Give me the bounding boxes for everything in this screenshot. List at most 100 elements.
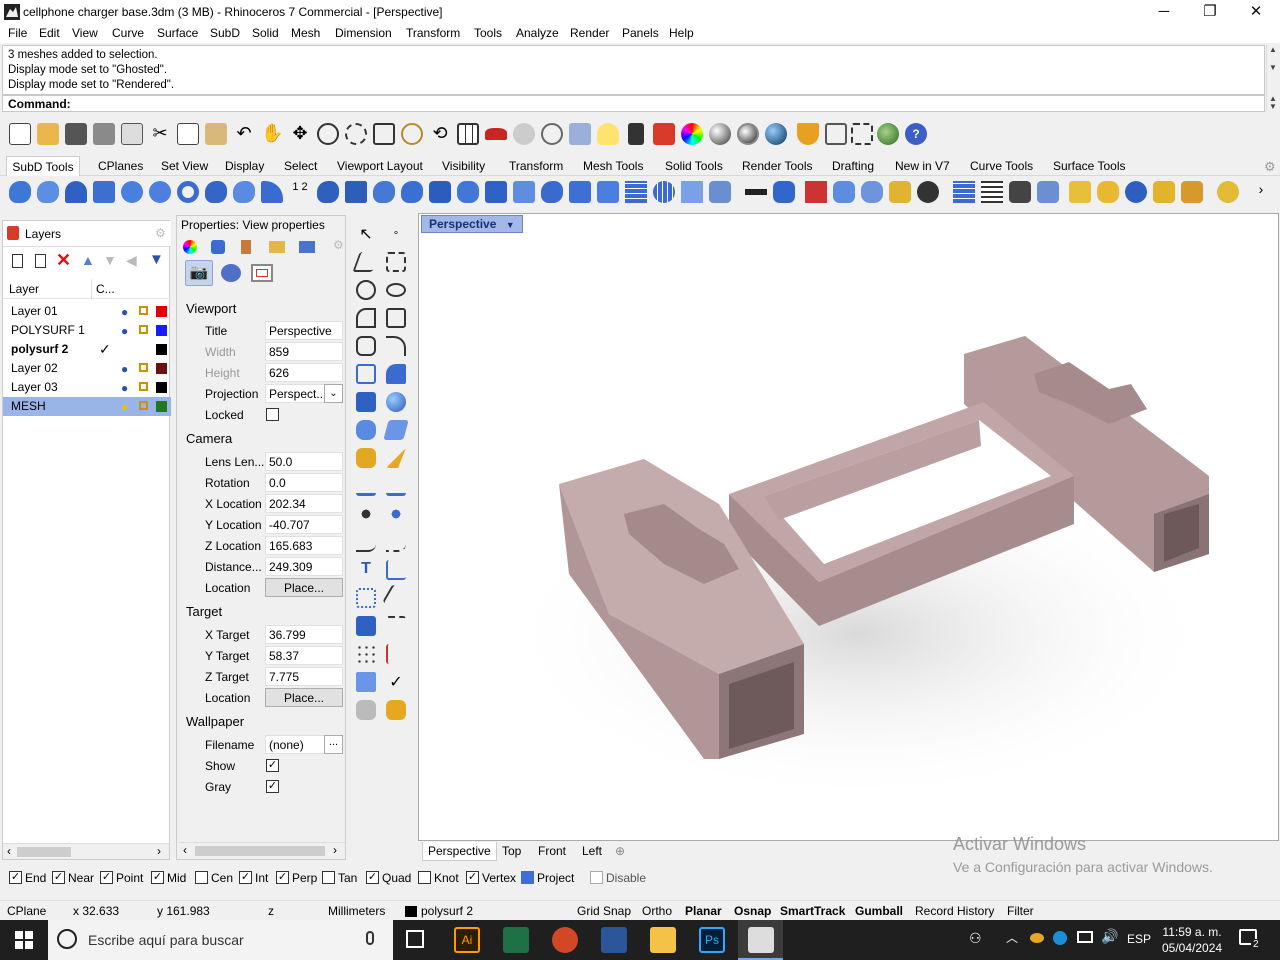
box-solid-icon[interactable] — [356, 392, 376, 412]
scroll-left-icon[interactable]: ‹ — [183, 843, 187, 857]
ellipse-icon[interactable] — [386, 283, 406, 297]
x-target-field[interactable]: 36.799 — [265, 625, 343, 644]
gumball-toggle[interactable]: Gumball — [855, 904, 903, 918]
tray-app-icon[interactable] — [1030, 933, 1044, 943]
menu-view[interactable]: View — [72, 26, 98, 40]
grid-snap-toggle[interactable]: Grid Snap — [577, 904, 631, 918]
y-location-field[interactable]: -40.707 — [265, 515, 343, 534]
layers-tab[interactable]: Layers ⚙ — [3, 221, 171, 247]
target-place-button[interactable]: Place... — [265, 688, 343, 707]
move-up-icon[interactable]: ▲ — [81, 252, 95, 268]
open-folder-icon[interactable] — [37, 123, 59, 145]
tab-surface-tools[interactable]: Surface Tools — [1053, 159, 1126, 173]
menu-render[interactable]: Render — [570, 26, 609, 40]
visible-bulb-icon[interactable]: ● — [121, 305, 128, 319]
circle-icon[interactable] — [356, 280, 376, 300]
project-checkbox[interactable] — [521, 871, 534, 885]
osnap-near[interactable]: ✓ Near — [52, 871, 94, 885]
menu-mesh[interactable]: Mesh — [291, 26, 320, 40]
subd-cylinder-icon[interactable] — [93, 181, 115, 203]
save-icon[interactable] — [65, 123, 87, 145]
command-scrollbar[interactable]: ▲ ▼ — [1266, 95, 1279, 112]
paste-icon[interactable] — [205, 123, 227, 145]
menu-subd[interactable]: SubD — [210, 26, 240, 40]
color-tab-icon[interactable] — [183, 240, 197, 254]
sphere-solid-icon[interactable] — [386, 392, 406, 412]
show-checkbox[interactable]: ✓ — [266, 759, 279, 772]
render-icon[interactable] — [356, 700, 376, 720]
fillet-curve-icon[interactable] — [386, 336, 406, 356]
subd-yellow-box-icon[interactable] — [1069, 181, 1091, 203]
visible-bulb-icon[interactable]: ● — [121, 362, 128, 376]
osnap-mid[interactable]: ✓ Mid — [151, 871, 186, 885]
menu-help[interactable]: Help — [669, 26, 694, 40]
osnap-checkbox[interactable] — [418, 871, 431, 885]
subd-cone-icon[interactable] — [65, 181, 87, 203]
vp-tab-top[interactable]: Top — [502, 844, 521, 858]
hatch-icon[interactable] — [386, 616, 406, 636]
record-history-toggle[interactable]: Record History — [915, 904, 994, 918]
subd-grid-icon[interactable] — [625, 181, 647, 203]
subd-pipe-icon[interactable] — [261, 181, 283, 203]
osnap-checkbox[interactable]: ✓ — [151, 871, 164, 885]
subd-torus-icon[interactable] — [177, 181, 199, 203]
layer-color-swatch[interactable] — [156, 363, 167, 374]
subd-fillet-icon[interactable] — [373, 181, 395, 203]
new-file-icon[interactable] — [9, 123, 31, 145]
osnap-project[interactable]: Project — [521, 871, 574, 885]
status-units[interactable]: Millimeters — [328, 904, 385, 918]
unlocked-icon[interactable] — [139, 306, 148, 315]
smarttrack-toggle[interactable]: SmartTrack — [780, 904, 845, 918]
tray-sync-icon[interactable] — [1053, 931, 1067, 945]
layer-row[interactable]: Layer 03 ● — [3, 378, 171, 397]
layer-row[interactable]: POLYSURF 1 ● — [3, 321, 171, 340]
visible-bulb-icon[interactable]: ● — [121, 400, 128, 414]
snap-icon[interactable] — [851, 123, 873, 145]
osnap-checkbox[interactable]: ✓ — [239, 871, 252, 885]
subd-stitch-icon[interactable] — [541, 181, 563, 203]
filter-toggle[interactable]: Filter — [1007, 904, 1034, 918]
subd-light-icon[interactable] — [889, 181, 911, 203]
material-tab-icon[interactable] — [241, 240, 251, 254]
camera-icon[interactable]: 📷 — [185, 260, 213, 286]
powerpoint-icon[interactable] — [552, 927, 578, 953]
subd-list-icon[interactable] — [981, 181, 1003, 203]
layer-book-icon[interactable] — [653, 123, 675, 145]
cut-icon[interactable]: ✂ — [149, 123, 171, 145]
layers-hscrollbar[interactable]: ‹ › — [3, 843, 169, 859]
render-sphere-icon[interactable] — [765, 123, 787, 145]
subd-delete-icon[interactable] — [805, 181, 827, 203]
subd-crease-icon[interactable] — [457, 181, 479, 203]
tab-cplanes[interactable]: CPlanes — [98, 159, 143, 173]
subd-paint-icon[interactable] — [1153, 181, 1175, 203]
zoom-icon[interactable] — [317, 123, 339, 145]
osnap-tan[interactable]: Tan — [322, 871, 357, 885]
osnap-checkbox[interactable] — [195, 871, 208, 885]
projection-select[interactable]: Perspect... — [265, 384, 325, 403]
scroll-right-icon[interactable]: › — [333, 843, 337, 857]
volume-icon[interactable]: 🔊 — [1101, 928, 1118, 945]
move-out-icon[interactable]: ◀ — [126, 252, 137, 269]
lens-field[interactable]: 50.0 — [265, 452, 343, 471]
import-icon[interactable] — [121, 123, 143, 145]
subd-slide-icon[interactable] — [513, 181, 535, 203]
subd-extrude-icon[interactable] — [401, 181, 423, 203]
add-viewport-icon[interactable]: ⊕ — [615, 844, 625, 858]
rotation-field[interactable]: 0.0 — [265, 473, 343, 492]
layer-color-swatch[interactable] — [156, 325, 167, 336]
display-tab-icon[interactable] — [251, 264, 273, 282]
vp-tab-perspective[interactable]: Perspective — [422, 842, 497, 861]
properties-icon[interactable] — [386, 700, 406, 720]
align-icon[interactable] — [386, 644, 406, 664]
array-icon[interactable] — [356, 644, 376, 664]
disable-checkbox[interactable] — [590, 871, 603, 885]
subd-brush-icon[interactable] — [1181, 181, 1203, 203]
arc-icon[interactable] — [356, 308, 376, 328]
osnap-checkbox[interactable]: ✓ — [366, 871, 379, 885]
unlocked-icon[interactable] — [139, 401, 148, 410]
zoom-selected-icon[interactable] — [401, 123, 423, 145]
subd-sweep-icon[interactable] — [345, 181, 367, 203]
subd-sphere-grid-icon[interactable] — [653, 181, 675, 203]
undo-view-icon[interactable]: ⟲ — [429, 123, 451, 145]
subd-spin-icon[interactable] — [917, 181, 939, 203]
